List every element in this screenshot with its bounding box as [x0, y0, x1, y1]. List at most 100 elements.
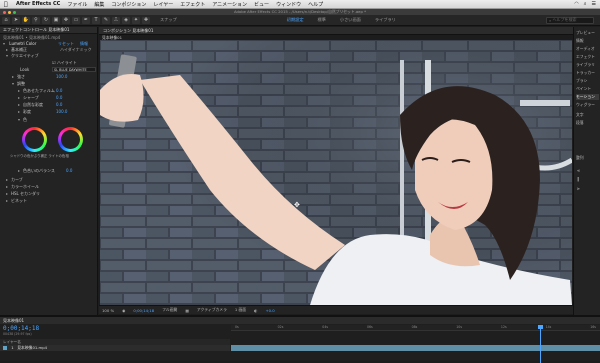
search-icon[interactable]: ⌕ — [584, 1, 587, 7]
stamp-tool-icon[interactable]: ⎍ — [112, 16, 120, 24]
timeline-tab[interactable]: 見本映像01 — [0, 317, 600, 324]
tint-balance-row: ▸ 色合いのバランス 0.0 — [0, 168, 98, 174]
workspace-small-screen[interactable]: 小さい画面 — [340, 17, 361, 23]
list-icon[interactable]: ☰ — [592, 1, 596, 7]
exposure-value[interactable]: +0.0 — [265, 308, 274, 313]
workspace-default[interactable]: 初期設定 — [287, 17, 304, 23]
layer-number: 1 — [11, 345, 14, 350]
menu-edit[interactable]: 編集 — [94, 1, 104, 8]
menu-window[interactable]: ウィンドウ — [276, 1, 301, 8]
panel-brush[interactable]: ブラシ — [576, 78, 599, 84]
panel-info[interactable]: 情報 — [576, 38, 599, 44]
help-search-input[interactable]: ⌕ ヘルプを検索 — [546, 16, 594, 24]
window-title: Adobe After Effects CC 2015 - /Users/n.t… — [233, 9, 367, 14]
composition-tab[interactable]: コンポジション 見本映像01 — [99, 28, 157, 34]
align-right-icon[interactable]: ⫸ — [577, 185, 580, 194]
section-vignette[interactable]: ▸ ビネット — [0, 198, 98, 204]
composition-viewer[interactable]: ✥ — [100, 40, 572, 305]
snap-label[interactable]: スナップ — [160, 17, 177, 23]
app-menu[interactable]: After Effects CC — [16, 1, 60, 7]
right-panels: プレビュー 情報 オーディオ エフェクト ライブラリ トラッカー ブラシ ペイン… — [573, 27, 600, 315]
workspace-libraries[interactable]: ライブラリ — [375, 17, 396, 23]
menu-effect[interactable]: エフェクト — [180, 1, 205, 8]
view-layout-dropdown[interactable]: 1 画面 — [235, 307, 246, 313]
section-curves[interactable]: ▸ カーブ — [0, 177, 98, 183]
workspace-standard[interactable]: 標準 — [318, 17, 326, 23]
intensity-value[interactable]: 100.0 — [56, 74, 67, 80]
menu-composition[interactable]: コンポジション — [111, 1, 146, 8]
roto-tool-icon[interactable]: ✦ — [132, 16, 140, 24]
faded-film-label: 色あせたフィルム — [23, 88, 55, 93]
camera-tool-icon[interactable]: ▣ — [52, 16, 60, 24]
menu-help[interactable]: ヘルプ — [308, 1, 323, 8]
brush-tool-icon[interactable]: ✎ — [102, 16, 110, 24]
puppet-tool-icon[interactable]: ✚ — [142, 16, 150, 24]
section-color-wheels[interactable]: ▸ カラーホイール — [0, 184, 98, 190]
panel-character[interactable]: 文字 — [576, 112, 599, 118]
menu-layer[interactable]: レイヤー — [153, 1, 173, 8]
adjust-row[interactable]: ▾ 調整 — [0, 81, 98, 87]
section-creative[interactable]: ▾ クリエイティブ — [0, 53, 98, 59]
rectangle-tool-icon[interactable]: ▭ — [72, 16, 80, 24]
color-row[interactable]: ▾ 色 — [0, 117, 98, 123]
camera-snapshot-icon[interactable]: ◉ — [122, 308, 125, 313]
layer-label-color[interactable] — [3, 346, 7, 350]
panel-align[interactable]: 整列 — [576, 155, 599, 161]
layer-duration-bar[interactable] — [231, 345, 600, 351]
layer-name[interactable]: 見本映像01.mp4 — [17, 345, 47, 350]
pen-tool-icon[interactable]: ✒ — [82, 16, 90, 24]
quality-dropdown[interactable]: フル画質 — [162, 307, 177, 313]
timeline-current-time[interactable]: 0;00;14;18 — [3, 325, 39, 332]
panel-paragraph[interactable]: 段落 — [576, 120, 599, 126]
ruler-tick: 14s — [545, 325, 552, 329]
effect-controls-tab[interactable]: エフェクトコントロール 見本映像01 — [0, 27, 97, 34]
highlight-tint-wheel[interactable] — [58, 127, 83, 152]
close-icon[interactable] — [3, 10, 6, 14]
reset-exposure-icon[interactable]: ◐ — [254, 308, 257, 313]
panel-tracker[interactable]: トラッカー — [576, 70, 599, 76]
home-icon[interactable]: ⌂ — [2, 16, 10, 24]
panel-effects[interactable]: エフェクト — [576, 54, 599, 60]
camera-dropdown[interactable]: アクティブカメラ — [197, 307, 227, 313]
selection-tool-icon[interactable]: ➤ — [12, 16, 20, 24]
align-left-icon[interactable]: ⫷ — [577, 167, 580, 176]
text-tool-icon[interactable]: T — [92, 16, 100, 24]
pan-behind-tool-icon[interactable]: ✥ — [62, 16, 70, 24]
highlight-checkbox[interactable]: ☑ ハイライト — [0, 60, 98, 66]
timeline-ruler[interactable]: 0s 02s 04s 06s 08s 10s 12s 14s 16s — [231, 325, 600, 331]
eraser-tool-icon[interactable]: ◈ — [122, 16, 130, 24]
menu-file[interactable]: ファイル — [67, 1, 87, 8]
look-dropdown[interactable]: SL BLUE DAYWHITE — [52, 67, 96, 72]
menu-animation[interactable]: アニメーション — [212, 1, 247, 8]
hand-tool-icon[interactable]: ✋ — [22, 16, 30, 24]
align-icons: ⫷ ⫼ ⫸ — [577, 167, 580, 194]
panel-motion[interactable]: モーション — [576, 94, 599, 100]
region-of-interest-icon[interactable]: ▦ — [185, 308, 189, 313]
wifi-icon[interactable]: ◠ — [574, 1, 578, 7]
align-center-icon[interactable]: ⫼ — [577, 176, 580, 185]
current-timecode[interactable]: 0;00;14;18 — [133, 308, 154, 313]
timeline-layer-row[interactable]: 1 見本映像01.mp4 — [0, 345, 230, 351]
apple-icon[interactable]:  — [4, 1, 10, 8]
video-frame-image — [100, 40, 572, 305]
panel-preview[interactable]: プレビュー — [576, 30, 599, 36]
anchor-crosshair-icon[interactable]: ✥ — [294, 201, 300, 209]
panel-paint[interactable]: ペイント — [576, 86, 599, 92]
panel-libraries[interactable]: ライブラリ — [576, 62, 599, 68]
minimize-icon[interactable] — [8, 10, 11, 14]
zoom-tool-icon[interactable]: ⚲ — [32, 16, 40, 24]
menu-view[interactable]: ビュー — [254, 1, 269, 8]
sharpen-value[interactable]: 0.0 — [56, 95, 62, 101]
shadow-tint-wheel[interactable] — [22, 127, 47, 152]
panel-wiggler[interactable]: ウィグラー — [576, 102, 599, 108]
current-time-indicator[interactable] — [538, 325, 543, 363]
zoom-icon[interactable] — [13, 10, 16, 14]
tint-balance-value[interactable]: 0.0 — [66, 168, 72, 174]
faded-film-value[interactable]: 0.0 — [56, 88, 62, 94]
saturation-value[interactable]: 100.0 — [56, 109, 67, 115]
section-hsl[interactable]: ▸ HSL セカンダリ — [0, 191, 98, 197]
zoom-dropdown[interactable]: 100 % — [102, 308, 114, 313]
vibrance-value[interactable]: 0.0 — [56, 102, 62, 108]
rotate-tool-icon[interactable]: ↻ — [42, 16, 50, 24]
panel-audio[interactable]: オーディオ — [576, 46, 599, 52]
